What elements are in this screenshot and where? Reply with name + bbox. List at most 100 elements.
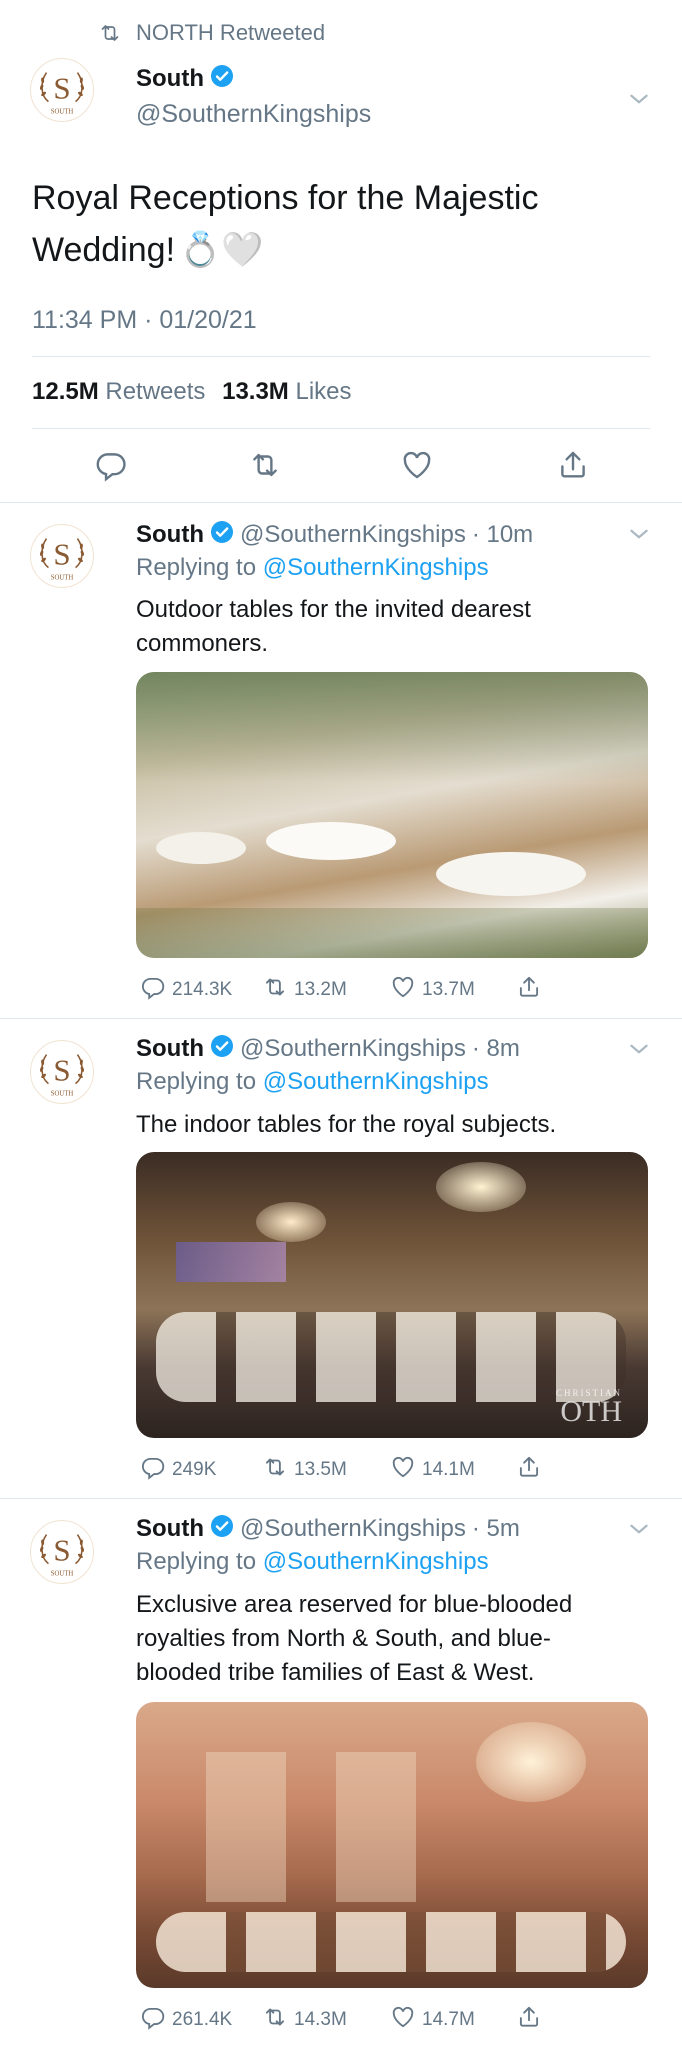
replying-handle-link[interactable]: @SouthernKingships [263, 1068, 489, 1095]
reply-action[interactable]: 261.4K [140, 2004, 232, 2036]
tweet-menu-chevron-icon[interactable] [626, 86, 652, 117]
reply-action[interactable]: 214.3K [140, 974, 232, 1006]
main-tweet-line1: Royal Receptions for the Majestic [32, 179, 539, 217]
engagement-stats: 12.5M Retweets 13.3M Likes [32, 378, 352, 406]
avatar-caption: SOUTH [51, 1090, 74, 1097]
author-handle[interactable]: @SouthernKingships [240, 1035, 466, 1063]
like-action[interactable]: 14.1M [390, 1454, 475, 1486]
reply-text-line: Outdoor tables for the invited dearest [136, 596, 531, 623]
avatar-letter: S [53, 71, 70, 106]
share-action[interactable] [516, 1454, 542, 1486]
author-handle[interactable]: @SouthernKingships [240, 521, 466, 549]
main-timestamp[interactable]: 11:34 PM · 01/20/21 [32, 306, 257, 335]
reply-icon [140, 2004, 166, 2036]
photo-grass [136, 908, 648, 958]
share-icon [516, 1454, 542, 1486]
like-action[interactable]: 13.7M [390, 974, 475, 1006]
replying-to: Replying to @SouthernKingships [136, 1548, 489, 1576]
likes-stat[interactable]: 13.3M Likes [222, 378, 351, 405]
retweet-action[interactable]: 13.2M [262, 974, 347, 1006]
main-action-bar [0, 448, 682, 484]
main-tweet-line2-wrap: Wedding! 💍🤍 [32, 224, 538, 276]
photo-table [156, 832, 246, 864]
retweet-count: 14.3M [294, 2009, 347, 2030]
replying-to: Replying to @SouthernKingships [136, 1068, 489, 1096]
replying-to: Replying to @SouthernKingships [136, 554, 489, 582]
photo-chandelier [256, 1202, 326, 1242]
retweet-banner-text: NORTH Retweeted [136, 20, 326, 45]
reply-text-line: Exclusive area reserved for blue-blooded [136, 1591, 573, 1618]
verified-icon [210, 520, 234, 549]
likes-label: Likes [295, 378, 352, 405]
like-icon[interactable] [400, 448, 434, 482]
avatar[interactable]: S SOUTH [30, 524, 94, 588]
replying-prefix: Replying to [136, 1548, 257, 1575]
retweet-count: 13.2M [294, 979, 347, 1000]
photo-chandelier [436, 1162, 526, 1212]
replying-prefix: Replying to [136, 1068, 257, 1095]
tweet-age[interactable]: · 10m [472, 521, 533, 549]
replying-handle-link[interactable]: @SouthernKingships [263, 1548, 489, 1575]
photo-wall-panel [206, 1752, 286, 1902]
retweet-icon [262, 1454, 288, 1486]
retweets-count: 12.5M [32, 378, 99, 405]
retweet-banner[interactable]: NORTH Retweeted [98, 20, 325, 46]
author-handle[interactable]: @SouthernKingships [136, 100, 371, 129]
tweet-menu-chevron-icon[interactable] [626, 1036, 652, 1067]
share-action[interactable] [516, 974, 542, 1006]
avatar-caption: SOUTH [51, 1570, 74, 1577]
like-icon [390, 2004, 416, 2036]
reply-author-line: South @SouthernKingships · 5m [136, 1514, 520, 1543]
avatar[interactable]: S SOUTH [30, 1040, 94, 1104]
likes-count: 13.3M [222, 378, 289, 405]
photo-wall-panel [336, 1752, 416, 1902]
divider [0, 502, 682, 503]
retweet-action[interactable]: 14.3M [262, 2004, 347, 2036]
replying-handle-link[interactable]: @SouthernKingships [263, 554, 489, 581]
tweet-menu-chevron-icon[interactable] [626, 521, 652, 552]
indoor-tables-photo[interactable]: CHRISTIAN OTH [136, 1152, 648, 1438]
tweet-menu-chevron-icon[interactable] [626, 1516, 652, 1547]
avatar-letter: S [53, 537, 70, 572]
author-handle[interactable]: @SouthernKingships [240, 1515, 466, 1543]
photo-table [266, 822, 396, 860]
reply-icon[interactable] [94, 448, 128, 482]
author-name[interactable]: South [136, 521, 204, 549]
avatar-caption: SOUTH [51, 108, 74, 115]
reply-text-line: The indoor tables for the royal subjects… [136, 1111, 557, 1138]
author-name[interactable]: South [136, 1515, 204, 1543]
author-name[interactable]: South [136, 1035, 204, 1063]
verified-icon [210, 64, 234, 93]
tweet-age[interactable]: · 5m [472, 1515, 520, 1543]
photo-table [436, 852, 586, 896]
reply-action[interactable]: 249K [140, 1454, 216, 1486]
reply-author-line: South @SouthernKingships · 8m [136, 1034, 520, 1063]
reply-author-line: South @SouthernKingships · 10m [136, 520, 533, 549]
reply-text: Exclusive area reserved for blue-blooded… [136, 1588, 572, 1690]
like-count: 14.1M [422, 1459, 475, 1480]
reserved-area-photo[interactable] [136, 1702, 648, 1988]
retweet-icon [98, 21, 122, 45]
outdoor-tables-photo[interactable] [136, 672, 648, 958]
like-action[interactable]: 14.7M [390, 2004, 475, 2036]
main-author-line: South [136, 64, 234, 93]
reply-text: The indoor tables for the royal subjects… [136, 1108, 556, 1142]
photo-tables [156, 1912, 626, 1972]
divider [32, 356, 650, 357]
author-name[interactable]: South [136, 65, 204, 93]
share-action[interactable] [516, 2004, 542, 2036]
reply-count: 249K [172, 1459, 217, 1480]
retweet-count: 13.5M [294, 1459, 347, 1480]
retweets-stat[interactable]: 12.5M Retweets [32, 378, 205, 405]
retweet-action[interactable]: 13.5M [262, 1454, 347, 1486]
share-icon[interactable] [556, 448, 590, 482]
main-tweet-text: Royal Receptions for the Majestic Weddin… [32, 172, 538, 276]
tweet-age[interactable]: · 8m [472, 1035, 520, 1063]
ring-heart-emoji: 💍🤍 [179, 231, 264, 269]
avatar[interactable]: S SOUTH [30, 1520, 94, 1584]
avatar[interactable]: S SOUTH [30, 58, 94, 122]
retweet-icon[interactable] [248, 448, 282, 482]
divider [32, 428, 650, 429]
photo-stage-lights [176, 1242, 286, 1282]
reply-text-line: blooded tribe families of East & West. [136, 1659, 535, 1686]
